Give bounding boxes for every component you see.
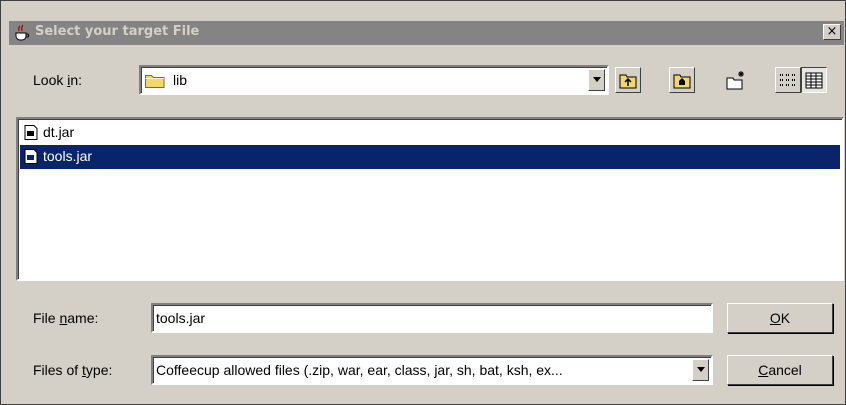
file-name-value: tools.jar <box>156 310 206 326</box>
look-in-label: Look in: <box>33 72 83 88</box>
jar-file-icon <box>24 149 38 164</box>
list-item-selected[interactable]: tools.jar <box>20 145 840 169</box>
file-name: tools.jar <box>43 148 93 164</box>
ok-button[interactable]: OK <box>727 303 833 333</box>
file-name-input[interactable]: tools.jar <box>151 303 713 333</box>
file-chooser-dialog: Select your target File × Look in: lib d… <box>0 0 846 405</box>
cancel-button[interactable]: Cancel <box>727 355 833 385</box>
details-view-icon <box>805 72 823 89</box>
file-name-label: File name: <box>33 310 99 326</box>
list-view-icon <box>780 74 796 86</box>
up-one-level-button[interactable] <box>615 67 641 93</box>
folder-icon <box>145 75 165 88</box>
home-button[interactable] <box>669 67 695 93</box>
window-title: Select your target File <box>35 24 200 39</box>
close-button[interactable]: × <box>823 24 841 40</box>
file-list[interactable]: dt.jar tools.jar <box>16 117 844 281</box>
chevron-down-icon[interactable] <box>588 69 605 91</box>
java-cup-icon <box>15 24 30 41</box>
chevron-down-icon[interactable] <box>692 359 709 381</box>
new-folder-icon <box>726 71 744 90</box>
look-in-combo[interactable]: lib <box>139 65 609 95</box>
list-view-button[interactable] <box>775 67 801 93</box>
look-in-value: lib <box>173 72 188 88</box>
file-type-value: Coffeecup allowed files (.zip, war, ear,… <box>156 362 563 378</box>
list-item[interactable]: dt.jar <box>20 121 840 145</box>
close-icon: × <box>826 24 838 39</box>
file-type-combo[interactable]: Coffeecup allowed files (.zip, war, ear,… <box>151 355 713 385</box>
new-folder-button[interactable] <box>723 67 749 93</box>
home-folder-icon <box>673 74 691 89</box>
file-name: dt.jar <box>43 124 75 140</box>
files-of-type-label: Files of type: <box>33 362 113 378</box>
details-view-button[interactable] <box>801 67 827 93</box>
up-folder-icon <box>619 74 637 89</box>
jar-file-icon <box>24 125 38 140</box>
title-bar[interactable]: Select your target File × <box>9 21 844 45</box>
